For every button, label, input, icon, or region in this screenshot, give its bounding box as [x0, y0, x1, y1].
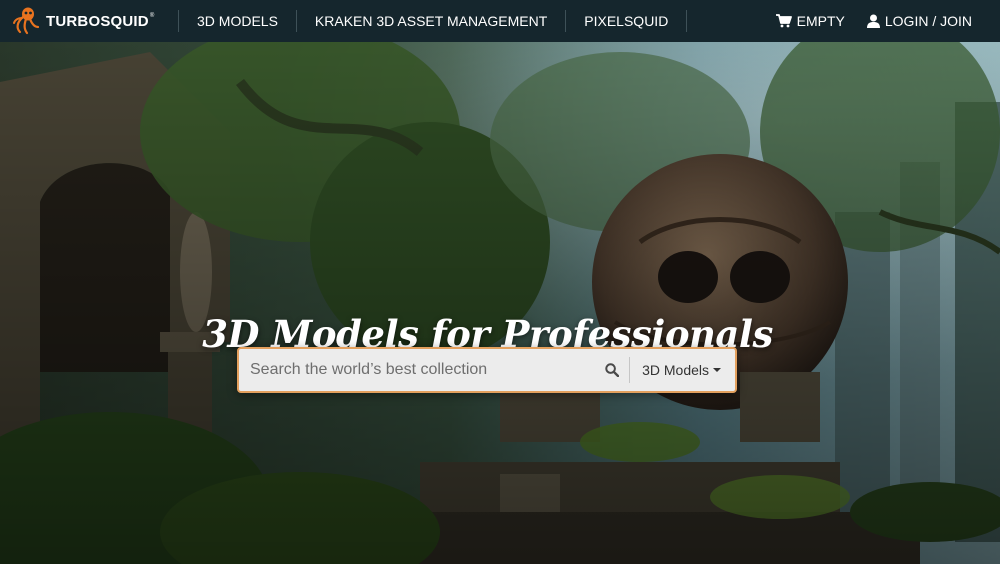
magnifier-icon: [605, 363, 620, 377]
caret-down-icon: [713, 368, 721, 372]
user-icon: [866, 14, 880, 28]
registered-mark: ®: [149, 12, 155, 19]
account-nav: EMPTY LOGIN / JOIN: [754, 13, 1000, 29]
squid-icon: [13, 7, 40, 35]
hero-section: 3D Models for Professionals: [0, 42, 1000, 564]
nav-separator: [686, 10, 688, 32]
nav-kraken[interactable]: KRAKEN 3D ASSET MANAGEMENT: [297, 0, 565, 42]
login-join-link[interactable]: LOGIN / JOIN: [866, 13, 972, 29]
search-input[interactable]: [239, 349, 596, 391]
top-navigation-bar: TURBOSQUID® 3D MODELS KRAKEN 3D ASSET MA…: [0, 0, 1000, 42]
nav-pixelsquid[interactable]: PIXELSQUID: [566, 0, 686, 42]
turbosquid-logo[interactable]: TURBOSQUID®: [0, 0, 178, 42]
category-selected: 3D Models: [642, 362, 709, 378]
login-label: LOGIN / JOIN: [884, 13, 972, 29]
category-dropdown[interactable]: 3D Models: [630, 349, 735, 391]
shopping-cart-icon: [775, 14, 792, 28]
cart-link[interactable]: EMPTY: [775, 13, 845, 29]
search-button[interactable]: [595, 349, 629, 391]
search-bar: 3D Models: [237, 347, 737, 393]
brand-name: TURBOSQUID®: [46, 12, 155, 30]
jungle-ruins-background: [0, 42, 1000, 564]
cart-status: EMPTY: [796, 13, 845, 29]
nav-3d-models[interactable]: 3D MODELS: [179, 0, 296, 42]
